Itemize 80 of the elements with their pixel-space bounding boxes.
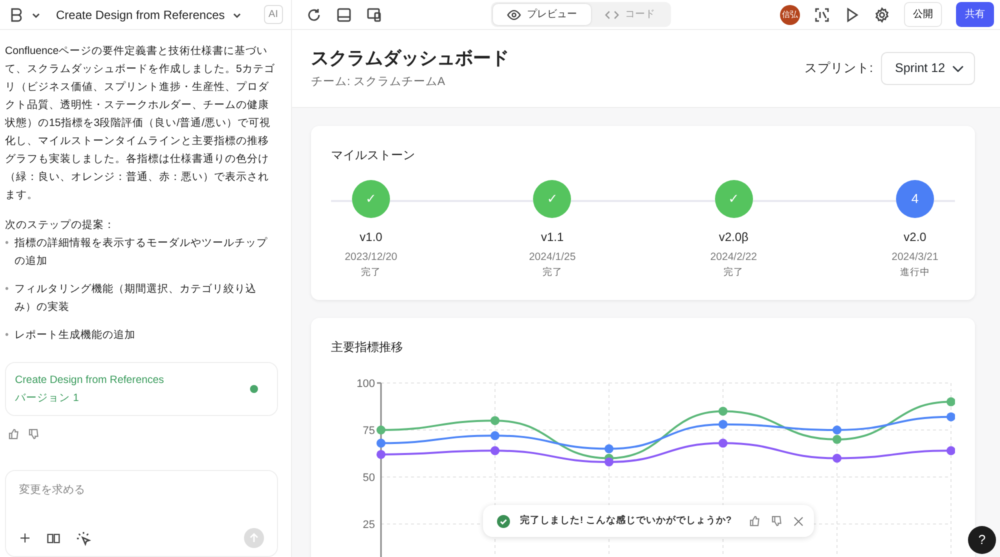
thumbs-down-icon[interactable] — [28, 428, 40, 440]
thumbs-up-icon[interactable] — [8, 428, 20, 440]
thumbs-up-icon[interactable] — [749, 515, 761, 527]
milestone-marker: ✓ — [352, 180, 390, 218]
milestone-status: 完了 — [724, 266, 744, 280]
data-point — [832, 454, 842, 463]
milestone-marker: 4 — [896, 180, 934, 218]
milestone-name: v1.0 — [360, 229, 382, 246]
thumbs-down-icon[interactable] — [771, 515, 783, 527]
panel-icon[interactable] — [336, 6, 352, 22]
share-button[interactable]: 共有 — [956, 2, 994, 27]
data-point — [718, 406, 728, 416]
milestone-status: 進行中 — [900, 266, 930, 280]
settings-icon[interactable] — [874, 6, 890, 22]
list-item: 指標の詳細情報を表示するモーダルやツールチップの追加 — [14, 236, 269, 269]
bullet: • — [5, 236, 9, 251]
version-label: バージョン 1 — [15, 391, 80, 406]
next-steps-heading: 次のステップの提案： — [5, 218, 116, 233]
toast-message: 完了しました! こんな感じでいかがでしょうか? — [520, 514, 732, 528]
data-point — [946, 446, 955, 456]
y-tick-label: 75 — [362, 425, 375, 437]
card-title: マイルストーン — [331, 147, 416, 164]
cursor-select-icon[interactable] — [76, 530, 91, 546]
data-point — [946, 412, 955, 422]
milestone-date: 2024/2/22 — [710, 250, 758, 265]
milestone-marker: ✓ — [533, 180, 572, 218]
list-item: レポート生成機能の追加 — [14, 328, 136, 343]
data-point — [832, 434, 842, 444]
project-title[interactable]: Create Design from References — [56, 6, 225, 24]
data-point — [376, 426, 386, 434]
milestone-date: 2024/1/25 — [528, 250, 576, 265]
data-point — [946, 397, 955, 406]
data-point — [376, 438, 386, 448]
ai-badge[interactable]: AI — [264, 5, 283, 24]
y-tick-label: 25 — [362, 519, 375, 531]
bullet: • — [5, 282, 9, 297]
bullet: • — [5, 328, 9, 343]
milestone-status: 完了 — [361, 266, 381, 280]
milestone-date: 2023/12/20 — [344, 250, 398, 265]
y-tick-label: 50 — [362, 472, 375, 484]
dashboard-title: スクラムダッシュボード — [311, 46, 509, 70]
milestone-date: 2024/3/21 — [892, 250, 938, 265]
book-icon[interactable] — [47, 532, 60, 544]
milestone-name: v1.1 — [540, 229, 564, 246]
version-title: Create Design from References — [15, 373, 164, 388]
help-button[interactable]: ? — [968, 526, 996, 554]
card-title: 主要指標推移 — [331, 339, 404, 356]
milestone-marker: ✓ — [714, 180, 753, 218]
version-card[interactable]: Create Design from References バージョン 1 — [5, 362, 278, 416]
sprint-select[interactable]: Sprint 12 — [881, 52, 975, 85]
scan-icon[interactable] — [814, 6, 830, 22]
list-item: フィルタリング機能（期間選択、カテゴリ絞り込み）の実装 — [14, 282, 258, 315]
view-tab[interactable]: プレビュー — [493, 4, 591, 25]
refresh-icon[interactable] — [306, 6, 322, 22]
message-text: Confluenceページの要件定義書と技術仕様書に基づいて、スクラムダッシュボードを作成しました。5カテゴリ（ビジネス価値、スプリント進捗・生産性、プロダクト品質、透明性・ステークホルダー、チームの健康状態）の15指標を3段階評価（良い/普通/悪い）で可視化し、マイルストーンタイムラインと主要指標の推移グラフも実装しました。各指標は仕様書通りの色分け（緑：良い、オレンジ：普通、赤：悪い）で表示されます。 — [5, 44, 276, 203]
devices-icon[interactable] — [366, 6, 382, 22]
data-point — [604, 444, 614, 454]
user-avatar[interactable]: 信弘 — [780, 4, 800, 24]
data-point — [490, 416, 500, 426]
close-icon[interactable] — [793, 516, 804, 526]
milestone-name: v2.0 — [904, 229, 926, 246]
data-point — [490, 431, 500, 440]
publish-button[interactable]: 公開 — [904, 2, 942, 27]
milestone-status: 完了 — [542, 266, 562, 280]
data-point — [376, 450, 386, 459]
eye-icon — [507, 8, 521, 22]
sprint-label: スプリント: — [804, 60, 873, 78]
status-dot — [250, 385, 258, 393]
team-subtitle: チーム: スクラムチームA — [311, 74, 446, 90]
check-circle-icon — [497, 514, 510, 528]
data-point — [604, 457, 614, 466]
y-tick-label: 100 — [356, 378, 375, 390]
milestone-name: v2.0β — [718, 229, 748, 246]
data-point — [718, 420, 728, 429]
data-point — [490, 446, 500, 456]
plus-icon[interactable] — [19, 532, 31, 544]
data-point — [832, 426, 842, 434]
arrow-up-icon — [249, 533, 259, 543]
input-card[interactable]: 変更を求める — [5, 470, 278, 557]
data-point — [718, 438, 728, 448]
